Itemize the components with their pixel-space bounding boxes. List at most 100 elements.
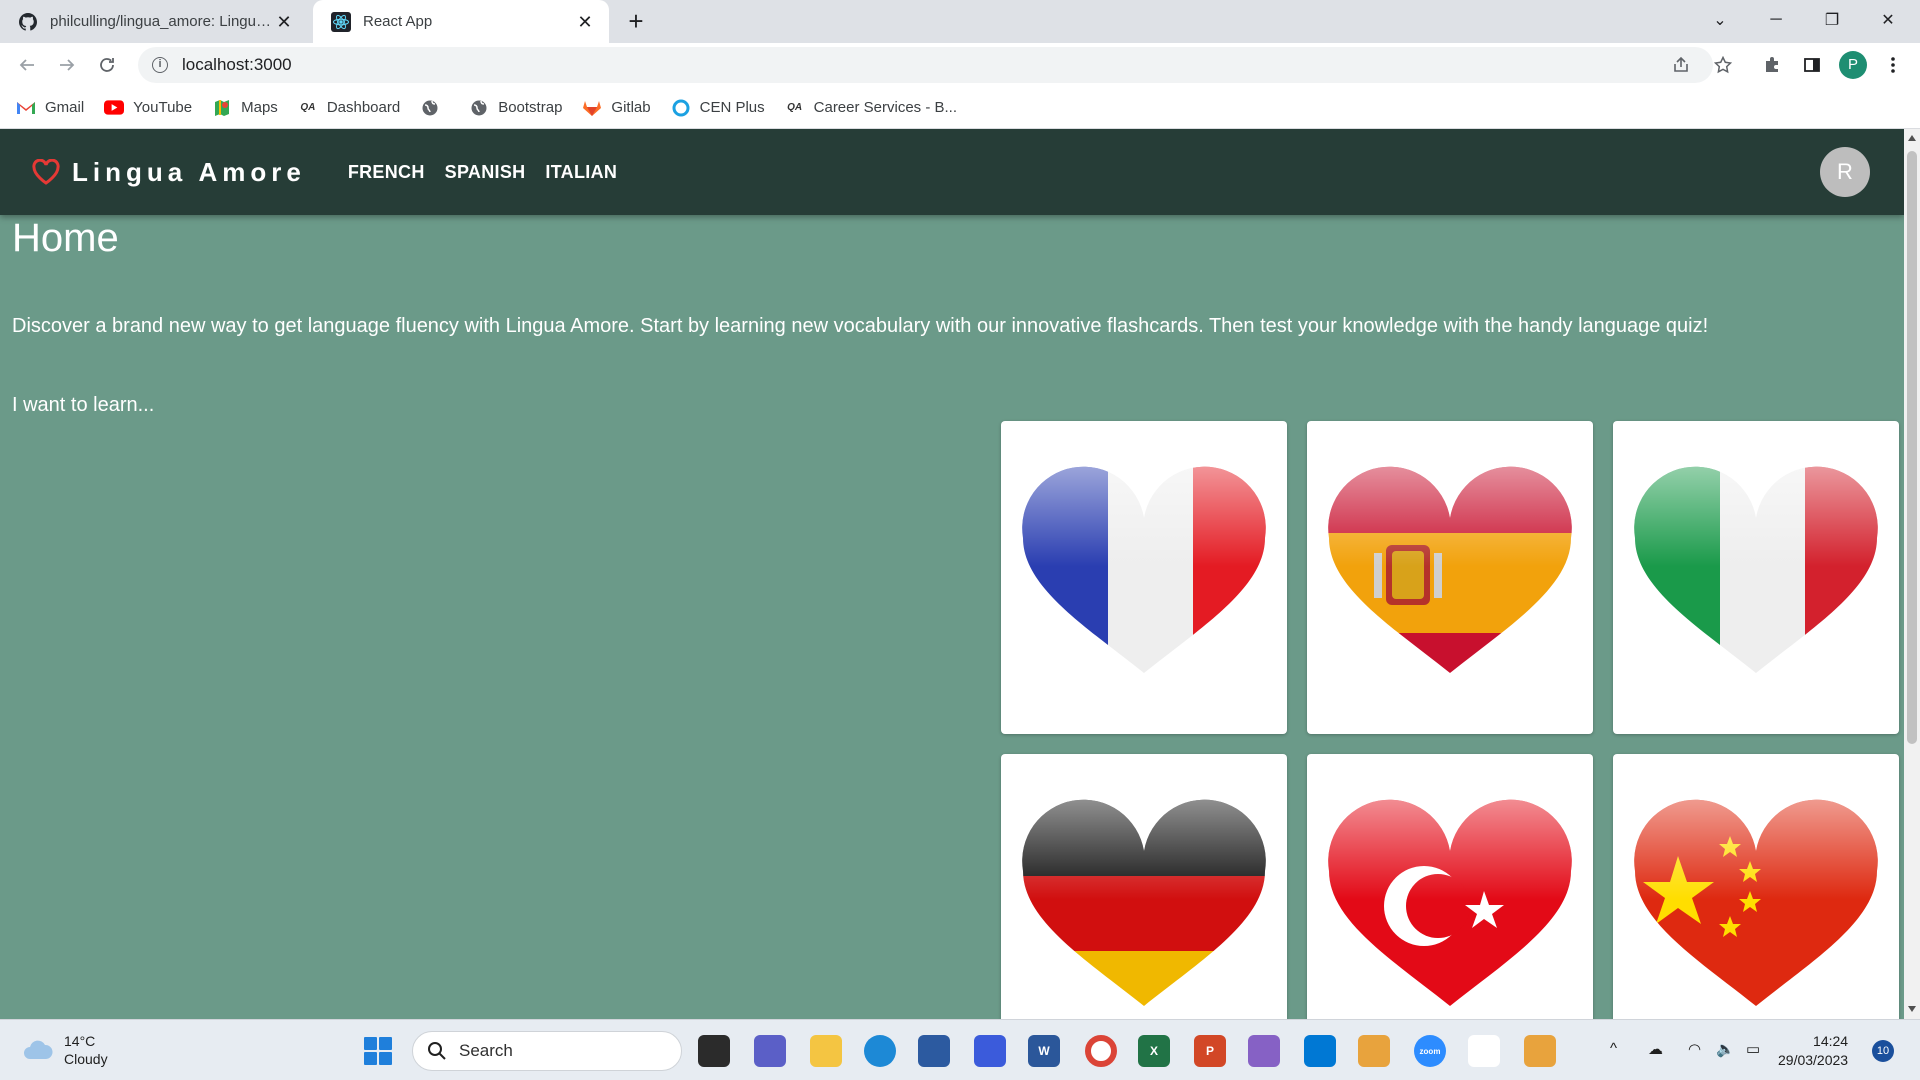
app-icon[interactable]	[974, 1035, 1006, 1067]
page-viewport: Lingua Amore FRENCH SPANISH ITALIAN R Ho…	[0, 129, 1904, 1019]
app-icon[interactable]	[1358, 1035, 1390, 1067]
nav-link-spanish[interactable]: SPANISH	[445, 162, 526, 183]
browser-tab-github[interactable]: philculling/lingua_amore: Lingua Amore ✕	[0, 0, 308, 43]
bookmark-youtube[interactable]: YouTube	[104, 99, 192, 117]
onedrive-cloud-icon[interactable]: ☁	[1648, 1040, 1663, 1058]
spain-heart-flag	[1328, 466, 1572, 673]
minimize-button[interactable]: ─	[1748, 0, 1804, 40]
share-icon[interactable]	[1668, 52, 1694, 78]
app-icon[interactable]	[1524, 1035, 1556, 1067]
language-card-german[interactable]	[1001, 754, 1287, 1019]
language-card-chinese[interactable]	[1613, 754, 1899, 1019]
reload-icon[interactable]	[92, 50, 122, 80]
bookmark-dashboard[interactable]: QA Dashboard	[298, 99, 400, 117]
vscode-icon[interactable]	[1304, 1035, 1336, 1067]
wifi-icon[interactable]: ◠	[1688, 1040, 1701, 1058]
youtube-icon	[104, 99, 125, 117]
restore-button[interactable]: ❐	[1804, 0, 1860, 40]
side-panel-icon[interactable]	[1799, 52, 1825, 78]
language-card-turkish[interactable]	[1307, 754, 1593, 1019]
globe-icon	[420, 99, 440, 117]
scrollbar-thumb[interactable]	[1907, 151, 1917, 744]
gitlab-icon	[582, 99, 602, 117]
germany-heart-flag	[1022, 799, 1266, 1006]
powerpoint-icon[interactable]: P	[1194, 1035, 1226, 1067]
more-menu-icon[interactable]	[1880, 52, 1906, 78]
search-icon	[428, 1042, 446, 1060]
volume-icon[interactable]: 🔈	[1716, 1040, 1735, 1058]
language-card-french[interactable]	[1001, 421, 1287, 734]
bookmark-gmail[interactable]: Gmail	[16, 99, 84, 117]
url-text: localhost:3000	[182, 55, 292, 74]
window-close-button[interactable]: ✕	[1860, 0, 1916, 40]
tab-search-icon[interactable]: ⌄	[1692, 0, 1748, 40]
learn-prompt: I want to learn...	[12, 394, 155, 416]
extensions-icon[interactable]	[1759, 52, 1785, 78]
tab-title: React App	[363, 13, 433, 30]
windows-taskbar: 14°C Cloudy Search W X P zoom ^ ☁ ◠ 🔈 ▭ …	[0, 1019, 1920, 1080]
battery-icon[interactable]: ▭	[1746, 1040, 1760, 1058]
bookmark-label: CEN Plus	[699, 99, 765, 116]
page-scrollbar[interactable]	[1904, 129, 1920, 1019]
user-avatar[interactable]: R	[1820, 147, 1870, 197]
browser-tab-strip: philculling/lingua_amore: Lingua Amore ✕…	[0, 0, 1920, 43]
slack-icon[interactable]	[1468, 1035, 1500, 1067]
address-bar[interactable]: i localhost:3000	[138, 47, 1713, 83]
windows-start-icon[interactable]	[364, 1037, 392, 1065]
zoom-icon[interactable]: zoom	[1414, 1035, 1446, 1067]
qa-logo-icon: QA	[300, 102, 316, 113]
github-icon	[18, 12, 38, 32]
nav-link-french[interactable]: FRENCH	[348, 162, 425, 183]
cloud-icon	[24, 1040, 53, 1059]
bookmark-star-icon[interactable]	[1710, 52, 1736, 78]
language-card-spanish[interactable]	[1307, 421, 1593, 734]
weather-widget[interactable]: 14°C Cloudy	[22, 1032, 108, 1068]
china-heart-flag	[1634, 799, 1878, 1006]
back-arrow-icon[interactable]	[12, 50, 42, 80]
bookmark-label: Career Services - B...	[813, 99, 958, 116]
bookmark-label: Dashboard	[326, 99, 401, 116]
bookmark-bootstrap[interactable]: Bootstrap	[469, 99, 562, 117]
notification-badge[interactable]: 10	[1872, 1040, 1894, 1062]
browser-tab-react-app[interactable]: React App ✕	[313, 0, 609, 43]
nav-link-italian[interactable]: ITALIAN	[545, 162, 617, 183]
excel-icon[interactable]: X	[1138, 1035, 1170, 1067]
scroll-down-arrow-icon[interactable]	[1908, 1006, 1916, 1012]
close-icon[interactable]: ✕	[274, 12, 294, 32]
scroll-up-arrow-icon[interactable]	[1908, 135, 1916, 141]
browser-profile-avatar[interactable]: P	[1839, 51, 1867, 79]
clock-time: 14:24	[1813, 1033, 1849, 1049]
store-icon[interactable]	[918, 1035, 950, 1067]
close-icon[interactable]: ✕	[575, 12, 595, 32]
bookmark-label: Bootstrap	[498, 99, 563, 116]
clock[interactable]: 14:24 29/03/2023	[1778, 1032, 1848, 1070]
language-card-italian[interactable]	[1613, 421, 1899, 734]
chrome-icon[interactable]	[1085, 1035, 1117, 1067]
new-tab-button[interactable]: +	[622, 8, 650, 36]
bookmark-maps[interactable]: Maps	[212, 99, 278, 117]
file-explorer-icon[interactable]	[810, 1035, 842, 1067]
bookmark-globe[interactable]	[420, 99, 449, 117]
heart-icon	[32, 159, 60, 185]
bookmark-gitlab[interactable]: Gitlab	[582, 99, 651, 117]
copilot-icon[interactable]	[1248, 1035, 1280, 1067]
bookmark-label: YouTube	[133, 99, 193, 116]
chevron-up-icon[interactable]: ^	[1610, 1040, 1617, 1057]
language-nav: FRENCH SPANISH ITALIAN	[328, 162, 617, 183]
forward-arrow-icon[interactable]	[52, 50, 82, 80]
weather-temp: 14°C	[64, 1033, 96, 1049]
bookmark-career-services[interactable]: QA Career Services - B...	[785, 99, 957, 117]
teams-icon[interactable]	[754, 1035, 786, 1067]
tab-title: philculling/lingua_amore: Lingua Amore	[50, 13, 274, 30]
brand-logo[interactable]: Lingua Amore	[32, 157, 306, 188]
taskbar-search[interactable]: Search	[412, 1031, 682, 1071]
task-view-icon[interactable]	[698, 1035, 730, 1067]
edge-icon[interactable]	[864, 1035, 896, 1067]
word-icon[interactable]: W	[1028, 1035, 1060, 1067]
globe-icon	[469, 99, 489, 117]
bookmark-cen-plus[interactable]: CEN Plus	[671, 99, 765, 117]
site-info-icon[interactable]: i	[152, 57, 168, 73]
clock-date: 29/03/2023	[1778, 1052, 1849, 1068]
qa-logo-icon: QA	[787, 102, 803, 113]
app-navbar: Lingua Amore FRENCH SPANISH ITALIAN R	[0, 129, 1904, 215]
